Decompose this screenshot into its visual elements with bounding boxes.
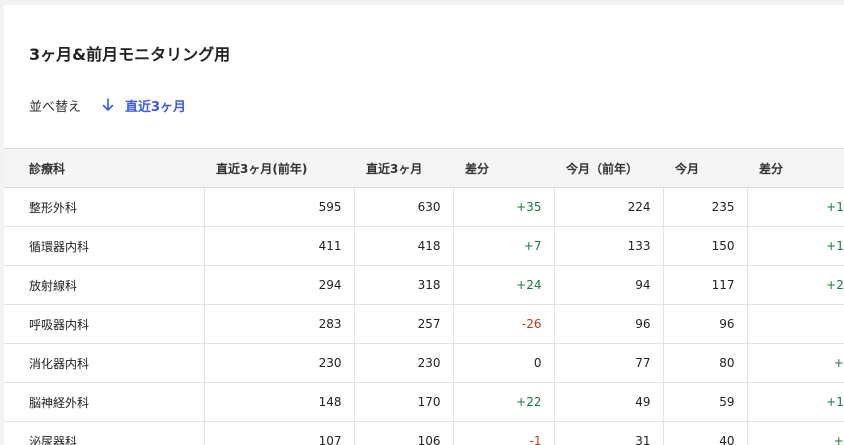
column-header-3month-prev-year[interactable]: 直近3ヶ月(前年) [204,148,354,188]
table-row: 放射線科294318+2494117+23 [4,265,844,305]
cell-3month-diff: +24 [453,265,555,305]
cell-month-prev-year: 77 [554,343,664,383]
cell-month-prev-year: 94 [554,265,664,305]
cell-month-diff: 0 [747,304,844,344]
cell-3month: 170 [354,382,454,422]
cell-month-diff: +9 [747,421,844,445]
cell-department: 呼吸器内科 [4,304,205,344]
cell-month-diff: +23 [747,265,844,305]
cell-month-diff: +10 [747,382,844,422]
cell-3month: 106 [354,421,454,445]
cell-month: 59 [663,382,748,422]
cell-department: 泌尿器科 [4,421,205,445]
table-row: 循環器内科411418+7133150+17 [4,226,844,266]
table-header-row: 診療科 直近3ヶ月(前年) 直近3ヶ月 差分 今月（前年） 今月 差分 [4,148,844,188]
cell-month-diff: +3 [747,343,844,383]
cell-department: 循環器内科 [4,226,205,266]
sort-bar: 並べ替え 直近3ヶ月 [29,95,186,115]
cell-month-diff: +11 [747,187,844,227]
cell-3month-prev-year: 283 [204,304,355,344]
sort-label: 並べ替え [29,99,82,115]
cell-3month-prev-year: 294 [204,265,355,305]
table-row: 呼吸器内科283257-2696960 [4,304,844,344]
cell-month-prev-year: 31 [554,421,664,445]
table-row: 脳神経外科148170+224959+10 [4,382,844,422]
cell-3month-diff: +22 [453,382,555,422]
column-header-month-diff[interactable]: 差分 [747,148,844,188]
arrow-down-icon [101,98,115,112]
cell-department: 放射線科 [4,265,205,305]
cell-3month: 630 [354,187,454,227]
page-title: 3ヶ月&前月モニタリング用 [29,45,231,64]
cell-3month-diff: -26 [453,304,555,344]
cell-month: 96 [663,304,748,344]
cell-3month-diff: +35 [453,187,555,227]
cell-month: 40 [663,421,748,445]
cell-3month: 230 [354,343,454,383]
cell-3month-prev-year: 595 [204,187,355,227]
column-header-month[interactable]: 今月 [663,148,747,188]
table-row: 消化器内科23023007780+3 [4,343,844,383]
sort-field-label: 直近3ヶ月 [125,99,187,115]
cell-month: 235 [663,187,748,227]
table-row: 整形外科595630+35224235+11 [4,187,844,227]
column-header-month-prev-year[interactable]: 今月（前年） [554,148,663,188]
table-row: 泌尿器科107106-13140+9 [4,421,844,445]
column-header-3month-diff[interactable]: 差分 [453,148,554,188]
cell-month-prev-year: 224 [554,187,664,227]
cell-month: 80 [663,343,748,383]
cell-3month-diff: 0 [453,343,555,383]
cell-month: 117 [663,265,748,305]
cell-3month-diff: +7 [453,226,555,266]
cell-3month-diff: -1 [453,421,555,445]
sort-field-button[interactable]: 直近3ヶ月 [101,96,186,115]
cell-3month: 318 [354,265,454,305]
cell-3month: 257 [354,304,454,344]
cell-month: 150 [663,226,748,266]
monitoring-table: 診療科 直近3ヶ月(前年) 直近3ヶ月 差分 今月（前年） 今月 差分 整形外科… [4,148,844,445]
cell-month-prev-year: 96 [554,304,664,344]
cell-department: 整形外科 [4,187,205,227]
column-header-3month[interactable]: 直近3ヶ月 [354,148,453,188]
monitoring-card: 3ヶ月&前月モニタリング用 並べ替え 直近3ヶ月 診療科 直近3ヶ月(前年) 直… [4,5,844,445]
cell-month-prev-year: 133 [554,226,664,266]
cell-3month-prev-year: 411 [204,226,355,266]
cell-3month-prev-year: 148 [204,382,355,422]
column-header-department[interactable]: 診療科 [4,148,204,188]
cell-department: 消化器内科 [4,343,205,383]
cell-3month-prev-year: 107 [204,421,355,445]
cell-department: 脳神経外科 [4,382,205,422]
cell-3month-prev-year: 230 [204,343,355,383]
cell-3month: 418 [354,226,454,266]
cell-month-prev-year: 49 [554,382,664,422]
cell-month-diff: +17 [747,226,844,266]
